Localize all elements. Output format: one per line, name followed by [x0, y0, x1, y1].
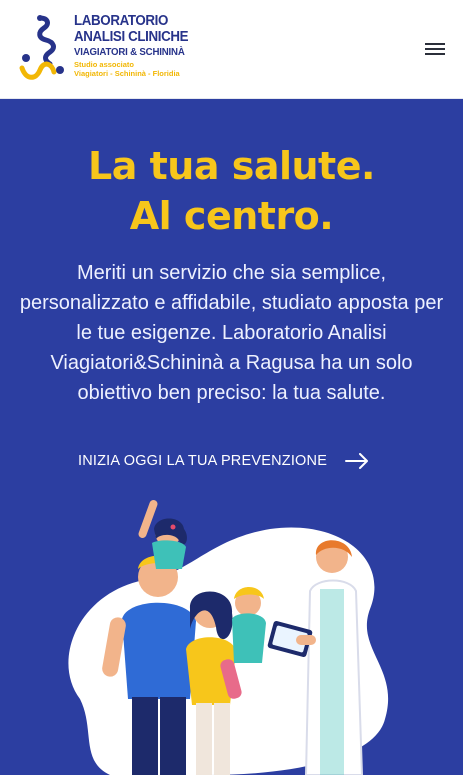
cta-label: INIZIA OGGI LA TUA PREVENZIONE [78, 453, 328, 469]
logo-names: Viagiatori - Schininà - Floridia [74, 69, 180, 78]
start-prevention-link[interactable]: INIZIA OGGI LA TUA PREVENZIONE [78, 446, 369, 476]
menu-bar [425, 43, 445, 45]
hero-title-line1: La tua salute. [88, 144, 375, 188]
hero-title: La tua salute. Al centro. [0, 141, 463, 241]
family-doctor-illustration [68, 499, 389, 775]
hamburger-menu-icon[interactable] [425, 40, 445, 56]
arrow-right-icon [345, 453, 369, 469]
logo-title-line2: ANALISI CLINICHE [74, 28, 189, 45]
logo-title-line3: VIAGIATORI & SCHININÀ [74, 46, 185, 58]
menu-bar [425, 53, 445, 55]
hero-section: La tua salute. Al centro. Meriti un serv… [0, 99, 463, 775]
logo-subtitle: Studio associato [74, 59, 135, 69]
hero-description: Meriti un servizio che sia semplice, per… [19, 262, 444, 404]
hero-title-line2: Al centro. [129, 194, 334, 238]
logo-title-line1: LABORATORIO [74, 13, 169, 29]
site-logo[interactable]: LABORATORIO ANALISI CLINICHE VIAGIATORI … [18, 14, 198, 84]
menu-bar [425, 48, 445, 50]
site-header: LABORATORIO ANALISI CLINICHE VIAGIATORI … [0, 0, 463, 99]
logo-mark-icon [19, 15, 64, 80]
logo-text: LABORATORIO ANALISI CLINICHE VIAGIATORI … [74, 14, 198, 78]
